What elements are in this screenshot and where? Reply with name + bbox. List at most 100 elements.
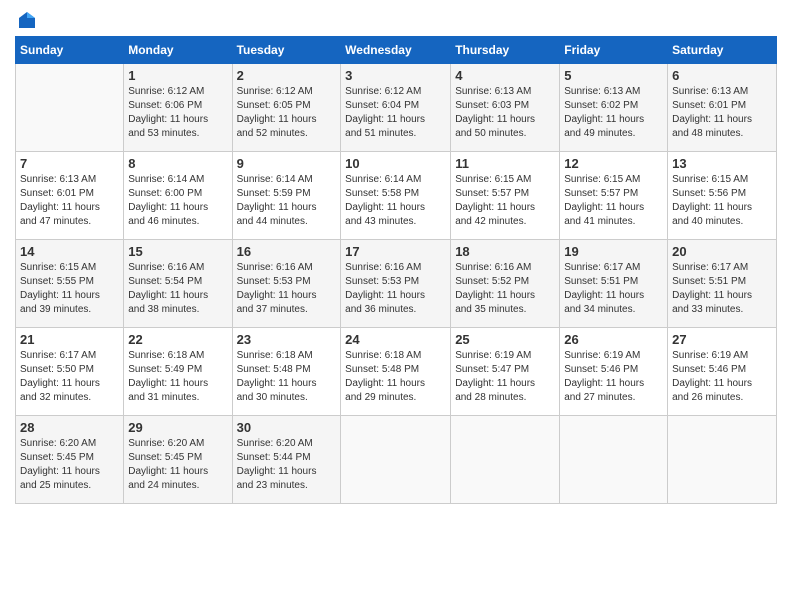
day-info: Sunrise: 6:15 AM Sunset: 5:55 PM Dayligh… [20, 261, 119, 317]
day-info: Sunrise: 6:16 AM Sunset: 5:53 PM Dayligh… [237, 261, 337, 317]
calendar-cell: 18Sunrise: 6:16 AM Sunset: 5:52 PM Dayli… [451, 240, 560, 328]
calendar-cell [560, 416, 668, 504]
calendar-cell: 13 Sunrise: 6:15 AM Sunset: 5:56 PM Dayli… [668, 152, 777, 240]
day-number: 27 [672, 332, 772, 347]
calendar-cell [341, 416, 451, 504]
calendar-header-sunday: Sunday [16, 37, 124, 64]
day-info: Sunrise: 6:18 AM Sunset: 5:48 PM Dayligh… [237, 349, 337, 405]
calendar-header-thursday: Thursday [451, 37, 560, 64]
day-info: Sunrise: 6:14 AM Sunset: 6:00 PM Dayligh… [128, 173, 227, 229]
day-info: Sunrise: 6:20 AM Sunset: 5:45 PM Dayligh… [20, 437, 119, 493]
day-number: 28 [20, 420, 119, 435]
day-info: Sunrise: 6:20 AM Sunset: 5:45 PM Dayligh… [128, 437, 227, 493]
calendar-cell: 3 Sunrise: 6:12 AM Sunset: 6:04 PM Daylig… [341, 64, 451, 152]
calendar-header-row: SundayMondayTuesdayWednesdayThursdayFrid… [16, 37, 777, 64]
day-number: 9 [237, 156, 337, 171]
day-number: 26 [564, 332, 663, 347]
day-info: Sunrise: 6:12 AM Sunset: 6:06 PM Dayligh… [128, 85, 227, 141]
calendar-header-saturday: Saturday [668, 37, 777, 64]
calendar-week-row: 1 Sunrise: 6:12 AM Sunset: 6:06 PM Daylig… [16, 64, 777, 152]
calendar-cell: 28 Sunrise: 6:20 AM Sunset: 5:45 PM Dayli… [16, 416, 124, 504]
calendar-cell: 20Sunrise: 6:17 AM Sunset: 5:51 PM Dayli… [668, 240, 777, 328]
calendar-header-wednesday: Wednesday [341, 37, 451, 64]
day-info: Sunrise: 6:17 AM Sunset: 5:51 PM Dayligh… [672, 261, 772, 317]
day-number: 12 [564, 156, 663, 171]
day-number: 19 [564, 244, 663, 259]
calendar-cell: 27 Sunrise: 6:19 AM Sunset: 5:46 PM Dayli… [668, 328, 777, 416]
calendar-cell: 9 Sunrise: 6:14 AM Sunset: 5:59 PM Daylig… [232, 152, 341, 240]
calendar-header-monday: Monday [124, 37, 232, 64]
calendar-cell [668, 416, 777, 504]
day-info: Sunrise: 6:13 AM Sunset: 6:02 PM Dayligh… [564, 85, 663, 141]
day-number: 14 [20, 244, 119, 259]
day-number: 22 [128, 332, 227, 347]
calendar-cell: 6Sunrise: 6:13 AM Sunset: 6:01 PM Daylig… [668, 64, 777, 152]
day-info: Sunrise: 6:14 AM Sunset: 5:58 PM Dayligh… [345, 173, 446, 229]
day-number: 3 [345, 68, 446, 83]
day-number: 30 [237, 420, 337, 435]
day-number: 21 [20, 332, 119, 347]
day-info: Sunrise: 6:15 AM Sunset: 5:56 PM Dayligh… [672, 173, 772, 229]
calendar-cell: 25 Sunrise: 6:19 AM Sunset: 5:47 PM Dayli… [451, 328, 560, 416]
calendar-cell: 30 Sunrise: 6:20 AM Sunset: 5:44 PM Dayli… [232, 416, 341, 504]
calendar-cell: 7Sunrise: 6:13 AM Sunset: 6:01 PM Daylig… [16, 152, 124, 240]
calendar-cell: 26 Sunrise: 6:19 AM Sunset: 5:46 PM Dayli… [560, 328, 668, 416]
day-number: 29 [128, 420, 227, 435]
calendar-header-friday: Friday [560, 37, 668, 64]
day-info: Sunrise: 6:12 AM Sunset: 6:04 PM Dayligh… [345, 85, 446, 141]
calendar-cell: 2 Sunrise: 6:12 AM Sunset: 6:05 PM Daylig… [232, 64, 341, 152]
calendar-cell [16, 64, 124, 152]
calendar-cell: 23 Sunrise: 6:18 AM Sunset: 5:48 PM Dayli… [232, 328, 341, 416]
calendar-cell: 16Sunrise: 6:16 AM Sunset: 5:53 PM Dayli… [232, 240, 341, 328]
calendar-cell: 1 Sunrise: 6:12 AM Sunset: 6:06 PM Daylig… [124, 64, 232, 152]
header [15, 10, 777, 30]
calendar-week-row: 14 Sunrise: 6:15 AM Sunset: 5:55 PM Dayli… [16, 240, 777, 328]
day-info: Sunrise: 6:18 AM Sunset: 5:49 PM Dayligh… [128, 349, 227, 405]
day-info: Sunrise: 6:18 AM Sunset: 5:48 PM Dayligh… [345, 349, 446, 405]
day-number: 10 [345, 156, 446, 171]
day-number: 6 [672, 68, 772, 83]
day-number: 1 [128, 68, 227, 83]
day-info: Sunrise: 6:19 AM Sunset: 5:46 PM Dayligh… [564, 349, 663, 405]
day-number: 25 [455, 332, 555, 347]
calendar-week-row: 28 Sunrise: 6:20 AM Sunset: 5:45 PM Dayli… [16, 416, 777, 504]
calendar-cell: 17 Sunrise: 6:16 AM Sunset: 5:53 PM Dayli… [341, 240, 451, 328]
calendar-cell: 8 Sunrise: 6:14 AM Sunset: 6:00 PM Daylig… [124, 152, 232, 240]
day-number: 11 [455, 156, 555, 171]
calendar-cell: 19 Sunrise: 6:17 AM Sunset: 5:51 PM Dayli… [560, 240, 668, 328]
calendar-cell: 15Sunrise: 6:16 AM Sunset: 5:54 PM Dayli… [124, 240, 232, 328]
day-number: 7 [20, 156, 119, 171]
calendar-week-row: 7Sunrise: 6:13 AM Sunset: 6:01 PM Daylig… [16, 152, 777, 240]
day-info: Sunrise: 6:14 AM Sunset: 5:59 PM Dayligh… [237, 173, 337, 229]
calendar-cell: 11 Sunrise: 6:15 AM Sunset: 5:57 PM Dayli… [451, 152, 560, 240]
day-number: 15 [128, 244, 227, 259]
calendar-cell: 21Sunrise: 6:17 AM Sunset: 5:50 PM Dayli… [16, 328, 124, 416]
day-info: Sunrise: 6:16 AM Sunset: 5:52 PM Dayligh… [455, 261, 555, 317]
day-info: Sunrise: 6:19 AM Sunset: 5:46 PM Dayligh… [672, 349, 772, 405]
day-info: Sunrise: 6:15 AM Sunset: 5:57 PM Dayligh… [564, 173, 663, 229]
calendar-cell: 4Sunrise: 6:13 AM Sunset: 6:03 PM Daylig… [451, 64, 560, 152]
calendar-cell: 14 Sunrise: 6:15 AM Sunset: 5:55 PM Dayli… [16, 240, 124, 328]
day-number: 2 [237, 68, 337, 83]
day-number: 24 [345, 332, 446, 347]
calendar-cell: 10 Sunrise: 6:14 AM Sunset: 5:58 PM Dayli… [341, 152, 451, 240]
calendar-header-tuesday: Tuesday [232, 37, 341, 64]
calendar-cell: 29 Sunrise: 6:20 AM Sunset: 5:45 PM Dayli… [124, 416, 232, 504]
calendar-cell: 24 Sunrise: 6:18 AM Sunset: 5:48 PM Dayli… [341, 328, 451, 416]
day-number: 17 [345, 244, 446, 259]
day-info: Sunrise: 6:17 AM Sunset: 5:51 PM Dayligh… [564, 261, 663, 317]
logo [15, 10, 37, 30]
day-number: 13 [672, 156, 772, 171]
day-number: 23 [237, 332, 337, 347]
day-info: Sunrise: 6:12 AM Sunset: 6:05 PM Dayligh… [237, 85, 337, 141]
day-info: Sunrise: 6:19 AM Sunset: 5:47 PM Dayligh… [455, 349, 555, 405]
day-info: Sunrise: 6:16 AM Sunset: 5:53 PM Dayligh… [345, 261, 446, 317]
logo-icon [17, 10, 37, 30]
day-info: Sunrise: 6:20 AM Sunset: 5:44 PM Dayligh… [237, 437, 337, 493]
day-number: 8 [128, 156, 227, 171]
calendar-cell: 5 Sunrise: 6:13 AM Sunset: 6:02 PM Daylig… [560, 64, 668, 152]
calendar-cell: 12 Sunrise: 6:15 AM Sunset: 5:57 PM Dayli… [560, 152, 668, 240]
day-info: Sunrise: 6:13 AM Sunset: 6:03 PM Dayligh… [455, 85, 555, 141]
day-number: 5 [564, 68, 663, 83]
day-info: Sunrise: 6:15 AM Sunset: 5:57 PM Dayligh… [455, 173, 555, 229]
